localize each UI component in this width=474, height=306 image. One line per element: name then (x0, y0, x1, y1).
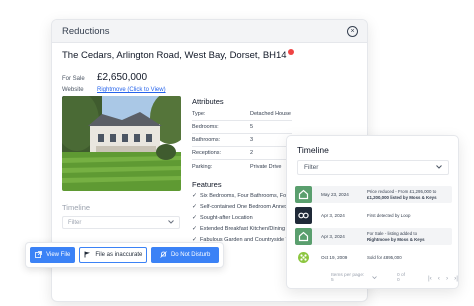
chevron-down-icon[interactable] (372, 275, 378, 281)
loop-logo-icon (295, 207, 312, 224)
feature-text: Sought-after Location (200, 215, 253, 221)
file-inaccurate-button[interactable]: File as inaccurate (79, 247, 148, 263)
timeline-description: Sold for £895,000 (367, 255, 402, 261)
features-heading: Features (192, 180, 222, 189)
attribute-key: Bedrooms: (192, 124, 219, 130)
attributes-heading: Attributes (192, 97, 224, 106)
feature-item: ✓ Sought-after Location (192, 214, 253, 221)
timeline-date: Apr 3, 2024 (321, 213, 345, 218)
timeline-description: For Sale - listing added to Rightmove by… (367, 231, 425, 243)
onthemarket-logo-icon (295, 249, 312, 266)
last-page-icon[interactable]: ›| (454, 275, 458, 282)
timeline-heading: Timeline (62, 203, 91, 212)
attribute-row: Type: Detached House (192, 108, 292, 121)
view-file-button[interactable]: View File (30, 247, 76, 263)
timeline-entry[interactable]: May 23, 2024 Price reduced - From £1,295… (295, 186, 452, 203)
do-not-disturb-button[interactable]: Do Not Disturb (151, 247, 219, 263)
attribute-row: Parking: Private Drive (192, 160, 292, 173)
feature-item: ✓ Extended Breakfast Kitchen/Dining R (192, 225, 291, 232)
prev-page-icon[interactable]: ‹ (438, 275, 440, 282)
feature-item: ✓ Six Bedrooms, Four Bathrooms, Four (192, 192, 291, 199)
timeline-entry[interactable]: Oct 19, 2009 Sold for £895,000 (295, 249, 452, 266)
check-icon: ✓ (192, 226, 198, 232)
items-per-page-label[interactable]: Items per page: 5 (331, 273, 366, 283)
website-label: Website (62, 87, 84, 93)
view-file-label: View File (46, 252, 71, 258)
timeline-desc-line: £1,200,000 listed by Moss & Keys (367, 194, 437, 200)
chevron-down-icon (168, 219, 174, 226)
timeline-date: Apr 3, 2024 (321, 234, 345, 239)
modal-title: Reductions (62, 25, 110, 37)
action-bar: View File File as inaccurate Do Not Dist… (25, 242, 224, 268)
do-not-disturb-label: Do Not Disturb (170, 252, 211, 258)
attribute-key: Bathrooms: (192, 137, 221, 143)
address-text: The Cedars, Arlington Road, West Bay, Do… (62, 50, 287, 61)
page-range: 0 of 0 (396, 273, 405, 283)
feature-text: Self-contained One Bedroom Annex (200, 204, 288, 210)
timeline-panel-title: Timeline (297, 145, 329, 155)
zoopla-house-icon (295, 228, 312, 245)
website-link[interactable]: Rightmove (Click to View) (97, 87, 166, 93)
timeline-desc-line: Sold for £895,000 (367, 254, 402, 260)
check-icon: ✓ (192, 193, 198, 199)
pagination: Items per page: 5 0 of 0 |‹ ‹ › ›| (331, 273, 458, 283)
modal-header: Reductions × (52, 20, 367, 43)
timeline-date: May 23, 2024 (321, 192, 349, 197)
attribute-row: Bedrooms: 5 (192, 121, 292, 134)
timeline-desc-line: First detected by Loop (367, 212, 411, 218)
timeline-desc-line: Price reduced - From £1,295,000 to (367, 188, 437, 194)
attribute-value: 5 (250, 124, 254, 130)
first-page-icon[interactable]: |‹ (428, 275, 432, 282)
flag-icon (84, 251, 91, 260)
feature-text: Extended Breakfast Kitchen/Dining R (200, 226, 291, 232)
alert-dot-icon (287, 49, 294, 55)
close-icon[interactable]: × (347, 25, 358, 37)
attribute-row: Receptions: 2 (192, 147, 292, 160)
timeline-panel: Timeline Filter May 23, 2024 Price reduc… (286, 135, 459, 289)
status-label: For Sale (62, 76, 85, 82)
attribute-value: Private Drive (250, 163, 282, 170)
chevron-down-icon (436, 164, 442, 171)
timeline-entry[interactable]: Apr 3, 2024 First detected by Loop (295, 207, 452, 224)
next-page-icon[interactable]: › (446, 275, 448, 282)
filter-placeholder: Filter (304, 164, 319, 171)
filter-placeholder: Filter (68, 219, 82, 226)
feature-item: ✓ Self-contained One Bedroom Annex (192, 203, 288, 210)
property-photo (62, 96, 181, 191)
feature-text: Six Bedrooms, Four Bathrooms, Four (200, 193, 292, 199)
timeline-panel-filter-select[interactable]: Filter (297, 160, 449, 175)
attribute-key: Receptions: (192, 150, 222, 156)
timeline-description: First detected by Loop (367, 213, 410, 219)
bell-off-icon (160, 250, 167, 260)
timeline-entry[interactable]: Apr 3, 2024 For Sale - listing added to … (295, 228, 452, 245)
file-inaccurate-label: File as inaccurate (95, 252, 143, 258)
zoopla-house-icon (295, 186, 312, 203)
timeline-desc-line: For Sale - listing added to (367, 230, 418, 236)
property-address: The Cedars, Arlington Road, West Bay, Do… (62, 49, 294, 61)
timeline-filter-select[interactable]: Filter (62, 216, 180, 229)
attribute-value: Detached House (250, 111, 291, 117)
attribute-value: 3 (250, 137, 254, 143)
external-link-icon (35, 250, 43, 260)
timeline-desc-line: Rightmove by Moss & Keys (367, 236, 425, 242)
attribute-row: Bathrooms: 3 (192, 134, 292, 147)
check-icon: ✓ (192, 204, 198, 210)
attribute-key: Type: (192, 111, 206, 117)
asking-price: £2,650,000 (97, 72, 148, 83)
attribute-value: 2 (250, 150, 254, 156)
timeline-date: Oct 19, 2009 (321, 255, 348, 260)
attribute-key: Parking: (192, 163, 213, 170)
check-icon: ✓ (192, 215, 198, 221)
timeline-description: Price reduced - From £1,295,000 to £1,20… (367, 189, 437, 201)
